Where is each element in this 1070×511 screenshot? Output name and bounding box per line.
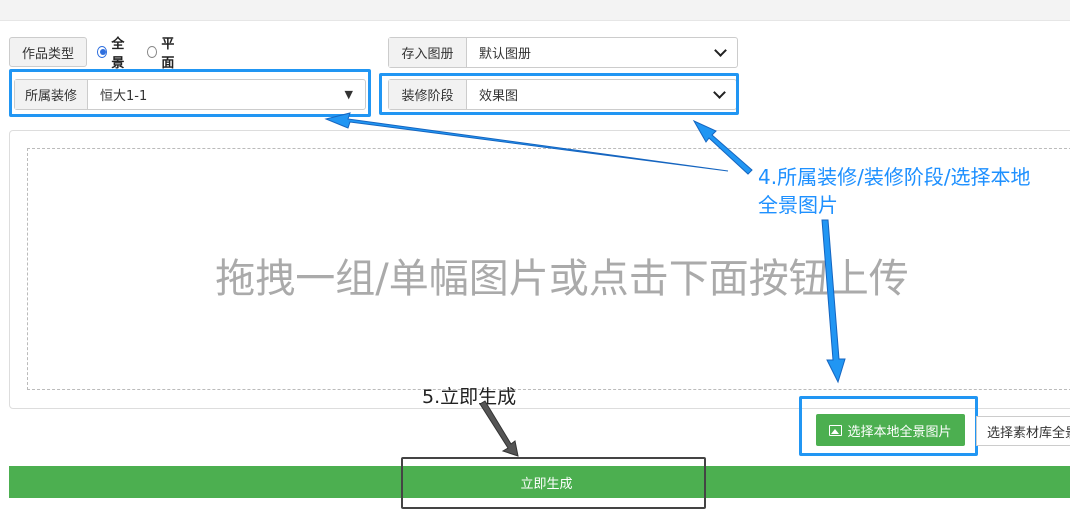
work-type-options: 全景 平面 bbox=[87, 37, 209, 71]
top-bar bbox=[0, 0, 1070, 21]
highlight-decoration bbox=[9, 69, 371, 117]
chevron-down-icon bbox=[714, 44, 727, 57]
album-select[interactable]: 默认图册 bbox=[467, 38, 737, 67]
dropzone-text: 拖拽一组/单幅图片或点击下面按钮上传 bbox=[215, 256, 909, 302]
radio-panorama-label: 全景 bbox=[111, 37, 125, 71]
album-select-group: 存入图册 默认图册 bbox=[388, 37, 738, 68]
annotation-step4: 4.所属装修/装修阶段/选择本地 全景图片 bbox=[758, 163, 1031, 219]
highlight-generate bbox=[401, 457, 706, 509]
radio-circle-icon bbox=[97, 46, 108, 58]
radio-flat-label: 平面 bbox=[161, 37, 175, 71]
radio-flat[interactable]: 平面 bbox=[147, 33, 183, 71]
annotation-step5: 5.立即生成 bbox=[422, 386, 517, 408]
work-type-group: 作品类型 全景 平面 bbox=[9, 37, 209, 71]
highlight-select-local bbox=[799, 396, 978, 456]
work-type-label: 作品类型 bbox=[9, 37, 87, 67]
highlight-stage bbox=[379, 73, 739, 115]
annotation-step4-line2: 全景图片 bbox=[758, 193, 838, 217]
album-label: 存入图册 bbox=[389, 38, 467, 67]
album-select-value: 默认图册 bbox=[479, 47, 532, 62]
radio-circle-icon bbox=[147, 46, 158, 58]
select-library-panorama-button[interactable]: 选择素材库全景 bbox=[976, 416, 1070, 446]
annotation-step4-line1: 4.所属装修/装修阶段/选择本地 bbox=[758, 165, 1031, 189]
radio-panorama[interactable]: 全景 bbox=[97, 33, 133, 71]
arrow-to-generate bbox=[479, 400, 519, 457]
